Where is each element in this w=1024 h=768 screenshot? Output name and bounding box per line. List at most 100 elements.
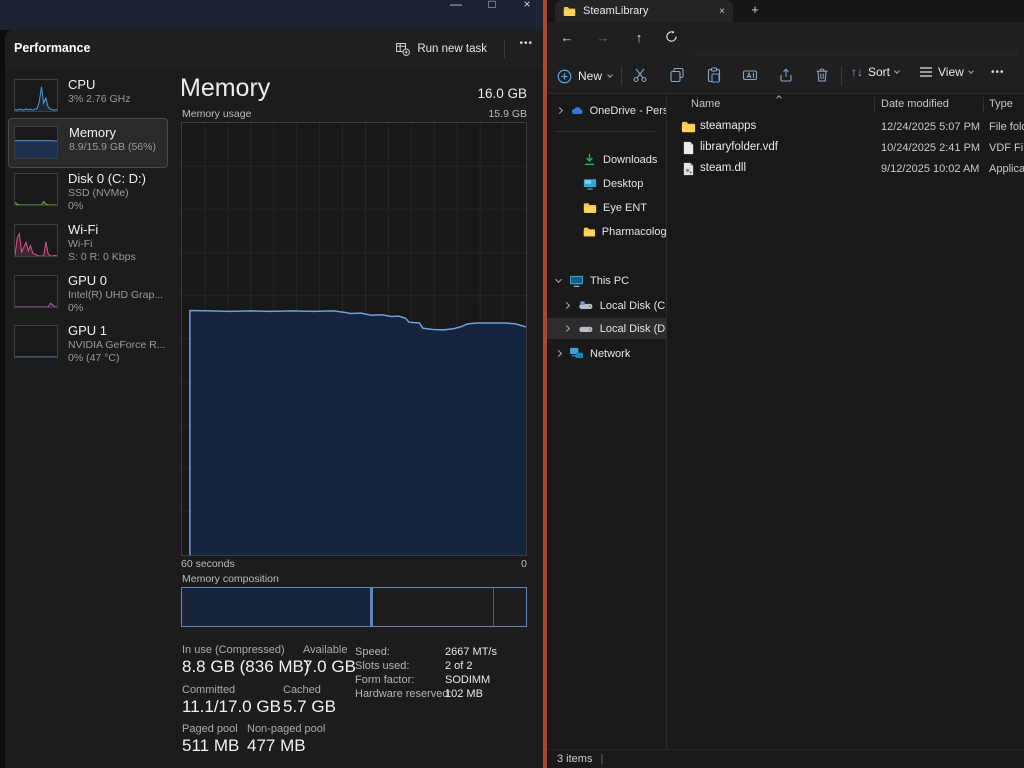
toolbar-divider	[841, 66, 842, 86]
cut-icon	[632, 67, 648, 83]
tab-steamlibrary[interactable]: SteamLibrary ×	[555, 0, 733, 22]
paste-button[interactable]	[706, 67, 722, 83]
cut-button[interactable]	[632, 67, 648, 83]
file-name: libraryfolder.vdf	[700, 141, 778, 153]
file-type: VDF File	[989, 142, 1024, 154]
detail-label: Hardware reserved:	[355, 688, 452, 700]
chevron-down-icon	[894, 68, 900, 74]
new-plus-icon	[557, 69, 572, 84]
column-header-name[interactable]: Name	[691, 98, 720, 110]
sort-button[interactable]: ↑↓ Sort	[851, 65, 899, 79]
sidebar-item-wifi[interactable]: Wi-Fi Wi-Fi S: 0 R: 0 Kbps	[8, 221, 168, 267]
expander-icon[interactable]	[563, 325, 570, 332]
nav-item-onedrive[interactable]: OneDrive - Persona	[547, 100, 666, 121]
copy-button[interactable]	[669, 67, 685, 83]
time-axis-right: 0	[521, 558, 527, 570]
stat-label: Cached	[283, 684, 321, 696]
toolbar-divider	[621, 66, 622, 86]
file-name: steamapps	[700, 120, 756, 132]
drive-d-icon	[579, 324, 593, 334]
share-button[interactable]	[778, 67, 794, 83]
sidebar-item-sub2: 0%	[68, 302, 163, 315]
more-options-button[interactable]: •••	[519, 38, 533, 49]
minimize-button[interactable]: —	[444, 0, 468, 11]
expander-icon[interactable]	[555, 276, 562, 283]
file-row-steamapps[interactable]: steamapps 12/24/2025 5:07 PM File folder	[667, 117, 1024, 138]
up-button[interactable]: ↑	[629, 30, 649, 45]
pane-divider[interactable]	[666, 94, 667, 749]
sidebar-item-title: CPU	[68, 77, 130, 93]
view-button[interactable]: View	[919, 65, 973, 79]
new-tab-button[interactable]: +	[746, 2, 764, 17]
downloads-icon	[583, 153, 596, 166]
view-button-label: View	[938, 65, 964, 79]
refresh-button[interactable]	[665, 30, 685, 43]
expander-icon[interactable]	[563, 302, 570, 309]
sidebar-item-sub: Intel(R) UHD Grap...	[68, 289, 163, 302]
expander-icon[interactable]	[556, 107, 563, 114]
page-title: Performance	[14, 41, 90, 55]
sidebar-item-disk0[interactable]: Disk 0 (C: D:) SSD (NVMe) 0%	[8, 170, 168, 216]
nav-item-pharmacology[interactable]: Pharmacology	[547, 221, 666, 242]
view-icon	[919, 66, 933, 78]
rename-button[interactable]	[742, 67, 758, 83]
tab-close-button[interactable]: ×	[719, 6, 725, 17]
navigation-bar: ← → ↑ This PC Local Disk (D:)	[547, 22, 1024, 56]
time-axis-left: 60 seconds	[181, 558, 235, 570]
sidebar-item-gpu0[interactable]: GPU 0 Intel(R) UHD Grap... 0%	[8, 272, 168, 318]
file-row-libraryfolder[interactable]: libraryfolder.vdf 10/24/2025 2:41 PM VDF…	[667, 138, 1024, 159]
sidebar-item-memory[interactable]: Memory 8.9/15.9 GB (56%)	[8, 118, 168, 168]
nav-item-network[interactable]: Network	[547, 343, 666, 364]
column-header-date[interactable]: Date modified	[881, 98, 949, 110]
sidebar-item-cpu[interactable]: CPU 3% 2.76 GHz	[8, 76, 168, 122]
nav-item-label: Pharmacology	[602, 226, 666, 238]
stat-label: Available	[303, 644, 347, 656]
close-button[interactable]: ×	[515, 0, 539, 11]
folder-icon	[563, 6, 576, 17]
nav-item-local-disk-d[interactable]: Local Disk (D:)	[547, 318, 666, 339]
nav-item-local-disk-c[interactable]: Local Disk (C:)	[547, 295, 666, 316]
nav-item-downloads[interactable]: Downloads	[547, 149, 666, 170]
folder-icon	[681, 120, 696, 134]
nav-item-label: This PC	[590, 275, 629, 287]
taskmanager-titlebar: — □ ×	[0, 0, 543, 30]
share-icon	[778, 67, 794, 83]
sidebar-item-title: GPU 0	[68, 273, 163, 289]
network-icon	[569, 347, 584, 360]
file-name: steam.dll	[700, 162, 746, 174]
column-divider[interactable]	[874, 97, 875, 113]
file-icon	[681, 141, 696, 155]
run-new-task-label: Run new task	[417, 43, 487, 55]
nav-item-label: Local Disk (D:)	[600, 323, 666, 335]
nav-item-this-pc[interactable]: This PC	[547, 270, 666, 291]
composition-free	[494, 588, 526, 626]
new-button[interactable]: New	[557, 64, 612, 88]
dll-file-icon	[681, 162, 696, 176]
status-divider: |	[600, 753, 603, 765]
run-new-task-button[interactable]: Run new task	[388, 37, 495, 61]
disk-mini-graph	[14, 173, 58, 206]
gpu0-mini-graph	[14, 275, 58, 308]
back-button[interactable]: ←	[557, 30, 577, 45]
see-more-button[interactable]: •••	[991, 67, 1005, 78]
column-divider[interactable]	[983, 97, 984, 113]
maximize-button[interactable]: □	[480, 0, 504, 11]
paste-icon	[706, 67, 722, 83]
sort-ascending-icon	[776, 95, 782, 101]
status-bar: 3 items |	[547, 749, 1024, 768]
memory-total: 16.0 GB	[477, 86, 527, 101]
column-header-type[interactable]: Type	[989, 98, 1013, 110]
sidebar-item-title: Disk 0 (C: D:)	[68, 171, 146, 187]
delete-button[interactable]	[814, 67, 830, 83]
sidebar-item-gpu1[interactable]: GPU 1 NVIDIA GeForce R... 0% (47 °C)	[8, 322, 168, 368]
nav-item-desktop[interactable]: Desktop	[547, 173, 666, 194]
nav-item-eye-ent[interactable]: Eye ENT	[547, 197, 666, 218]
memory-usage-label: Memory usage	[182, 108, 251, 120]
header-divider	[504, 40, 505, 58]
detail-label: Slots used:	[355, 660, 409, 672]
desktop-icon	[583, 178, 597, 190]
forward-button[interactable]: →	[593, 30, 613, 45]
stat-label: Committed	[182, 684, 235, 696]
file-row-steam-dll[interactable]: steam.dll 9/12/2025 10:02 AM Application…	[667, 159, 1024, 180]
expander-icon[interactable]	[555, 350, 562, 357]
